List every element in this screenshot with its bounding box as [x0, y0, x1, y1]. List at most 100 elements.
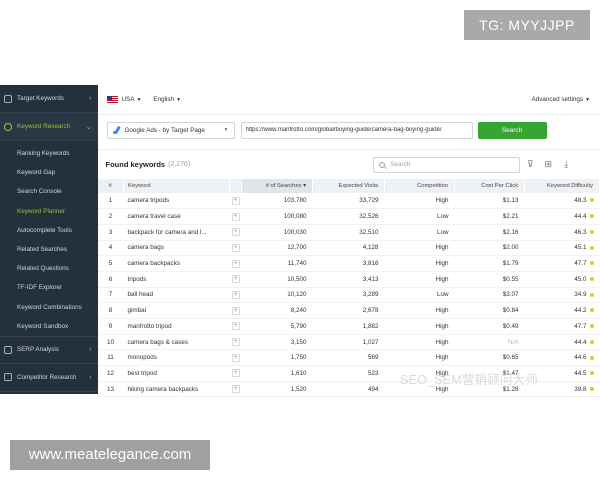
- row-keyword[interactable]: camera bags & cases: [123, 334, 230, 351]
- sidebar-section-label: SERP Analysis: [17, 346, 59, 354]
- sidebar-item-ranking-keywords[interactable]: Ranking Keywords: [0, 144, 98, 163]
- row-add-button: +: [229, 224, 242, 241]
- row-keyword[interactable]: camera backpacks: [123, 255, 230, 272]
- difficulty-dot-icon: [589, 308, 594, 313]
- table-row[interactable]: 7 ball head +10,120 3,289 Low $3.07 34.9: [97, 287, 600, 304]
- row-searches: 100,080: [241, 208, 313, 225]
- sidebar-section-serp-analysis[interactable]: SERP Analysis ›: [0, 335, 98, 364]
- difficulty-dot-icon: [589, 230, 594, 235]
- chevron-right-icon: ›: [89, 373, 92, 381]
- screenshot-page: TG: MYYJJPP Target Keywords › Keyword Re…: [0, 0, 600, 480]
- sidebar-item-related-questions[interactable]: Related Questions: [0, 259, 98, 278]
- advanced-settings-dropdown[interactable]: Advanced settings ▼: [532, 96, 590, 103]
- row-keyword[interactable]: ball head: [123, 287, 230, 304]
- col-header-expected-visits[interactable]: Expected Visits: [312, 179, 385, 193]
- table-row[interactable]: 9 manfrotto tripod +5,790 1,882 High $0.49 47.…: [97, 318, 600, 335]
- watermark-text: SEO_SEM营销顾问大师: [400, 373, 539, 387]
- row-difficulty: 47.7: [524, 318, 600, 335]
- sidebar-item-keyword-sandbox[interactable]: Keyword Sandbox: [0, 317, 98, 336]
- add-to-list-icon[interactable]: +: [231, 228, 240, 237]
- row-keyword[interactable]: best tripod: [123, 365, 230, 382]
- row-keyword[interactable]: camera tripods: [123, 193, 230, 210]
- row-keyword[interactable]: camera travel case: [123, 208, 230, 225]
- sidebar-item-search-console[interactable]: Search Console: [0, 182, 98, 201]
- filter-icon[interactable]: ⊽: [522, 159, 538, 170]
- col-header-keyword[interactable]: Keyword: [123, 179, 230, 193]
- table-row[interactable]: 3 backpack for camera and l... +100,030 32,…: [97, 224, 600, 241]
- row-competition: Low: [384, 208, 455, 225]
- row-index: 6: [97, 271, 124, 288]
- row-keyword[interactable]: camera bags: [123, 240, 230, 257]
- sidebar-item-autocomplete-tools[interactable]: Autocomplete Tools: [0, 221, 98, 240]
- difficulty-value: 44.4: [574, 213, 587, 221]
- row-index: 10: [97, 334, 124, 351]
- row-competition: High: [384, 240, 455, 257]
- sidebar-item-keyword-combinations[interactable]: Keyword Combinations: [0, 298, 98, 317]
- keyword-search-input[interactable]: Search: [373, 156, 521, 173]
- sidebar-section-target-keywords[interactable]: Target Keywords ›: [0, 85, 98, 113]
- table-row[interactable]: 2 camera travel case +100,080 32,526 Low $2.2…: [97, 208, 600, 225]
- add-to-list-icon[interactable]: +: [231, 322, 240, 331]
- col-header-cpc[interactable]: Cost Per Click: [454, 179, 525, 193]
- col-header-difficulty[interactable]: Keyword Difficulty: [524, 179, 600, 193]
- row-searches: 103,780: [241, 193, 313, 210]
- add-to-list-icon[interactable]: +: [231, 306, 240, 315]
- sidebar-item-keyword-gap[interactable]: Keyword Gap: [0, 163, 98, 182]
- row-searches: 10,120: [241, 287, 313, 304]
- add-to-list-icon[interactable]: +: [231, 212, 240, 221]
- table-row[interactable]: 8 gimbal +8,240 2,678 High $0.84 44.2: [97, 302, 600, 319]
- source-select[interactable]: Google Ads - by Target Page ▼: [106, 121, 235, 139]
- row-keyword[interactable]: tripods: [123, 271, 230, 288]
- row-keyword[interactable]: backpack for camera and l...: [123, 224, 230, 241]
- add-to-list-icon[interactable]: +: [231, 259, 240, 268]
- add-to-list-icon[interactable]: +: [231, 369, 240, 378]
- difficulty-dot-icon: [589, 386, 594, 391]
- advanced-settings-label: Advanced settings: [531, 96, 584, 103]
- row-searches: 10,500: [241, 271, 313, 288]
- table-row[interactable]: 4 camera bags +12,700 4,128 High $2.00 45.1: [97, 240, 600, 257]
- add-to-list-icon[interactable]: +: [231, 243, 240, 252]
- row-add-button: +: [229, 287, 242, 304]
- sidebar-item-keyword-planner[interactable]: Keyword Planner: [0, 202, 98, 221]
- source-select-value: Google Ads - by Target Page: [124, 126, 205, 134]
- add-to-list-icon[interactable]: +: [231, 385, 240, 394]
- search-button[interactable]: Search: [477, 121, 547, 139]
- add-to-list-icon[interactable]: +: [231, 275, 240, 284]
- row-expected-visits: 33,729: [312, 193, 385, 210]
- row-keyword[interactable]: gimbal: [123, 302, 230, 319]
- sidebar-item-related-searches[interactable]: Related Searches: [0, 240, 98, 259]
- results-toolbar: Found keywords (2,276) Search ⊽ ⊞ ⤓: [97, 149, 600, 179]
- row-cpc: $2.00: [454, 240, 525, 257]
- row-cpc: $2.16: [454, 224, 525, 241]
- target-url-input[interactable]: [240, 121, 473, 139]
- table-row[interactable]: 11 monopods +1,750 569 High $0.65 44.6: [97, 349, 600, 367]
- chevron-down-icon: ⌄: [85, 123, 92, 131]
- language-dropdown[interactable]: English ▼: [153, 96, 181, 103]
- table-row[interactable]: 6 tripods +10,500 3,413 High $0.55 45.0: [97, 271, 600, 288]
- row-searches: 5,790: [241, 318, 313, 335]
- app-window: Target Keywords › Keyword Research ⌄ Ran…: [0, 85, 600, 398]
- table-row[interactable]: 5 camera backpacks +11,740 3,816 High $1.79 47…: [97, 255, 600, 272]
- add-to-list-icon[interactable]: +: [231, 196, 240, 205]
- target-keywords-icon: [4, 94, 12, 103]
- table-row[interactable]: 1 camera tripods +103,780 33,729 High $1.13 48…: [97, 193, 600, 210]
- country-dropdown[interactable]: USA ▼: [122, 96, 142, 103]
- row-keyword[interactable]: monopods: [123, 349, 230, 367]
- row-difficulty: 34.9: [524, 287, 600, 304]
- sidebar-section-competitor-research[interactable]: Competitor Research ›: [0, 364, 98, 392]
- columns-grid-icon[interactable]: ⊞: [540, 159, 556, 170]
- export-download-icon[interactable]: ⤓: [558, 159, 574, 170]
- table-row[interactable]: 10 camera bags & cases +3,150 1,027 High N/A 4…: [97, 334, 600, 351]
- difficulty-dot-icon: [589, 324, 594, 329]
- add-to-list-icon[interactable]: +: [231, 290, 240, 299]
- sidebar-section-keyword-research[interactable]: Keyword Research ⌄: [0, 113, 98, 141]
- row-expected-visits: 494: [312, 381, 385, 398]
- col-header-searches[interactable]: # of Searches ▾: [241, 179, 313, 193]
- row-keyword[interactable]: hiking camera backpacks: [123, 381, 230, 398]
- col-header-competition[interactable]: Competition: [384, 179, 455, 193]
- row-cpc: $1.13: [454, 193, 525, 210]
- sidebar-item-tf-idf-explorer[interactable]: TF-IDF Explorer: [0, 278, 98, 297]
- add-to-list-icon[interactable]: +: [231, 338, 240, 347]
- add-to-list-icon[interactable]: +: [231, 353, 240, 362]
- row-keyword[interactable]: manfrotto tripod: [123, 318, 230, 335]
